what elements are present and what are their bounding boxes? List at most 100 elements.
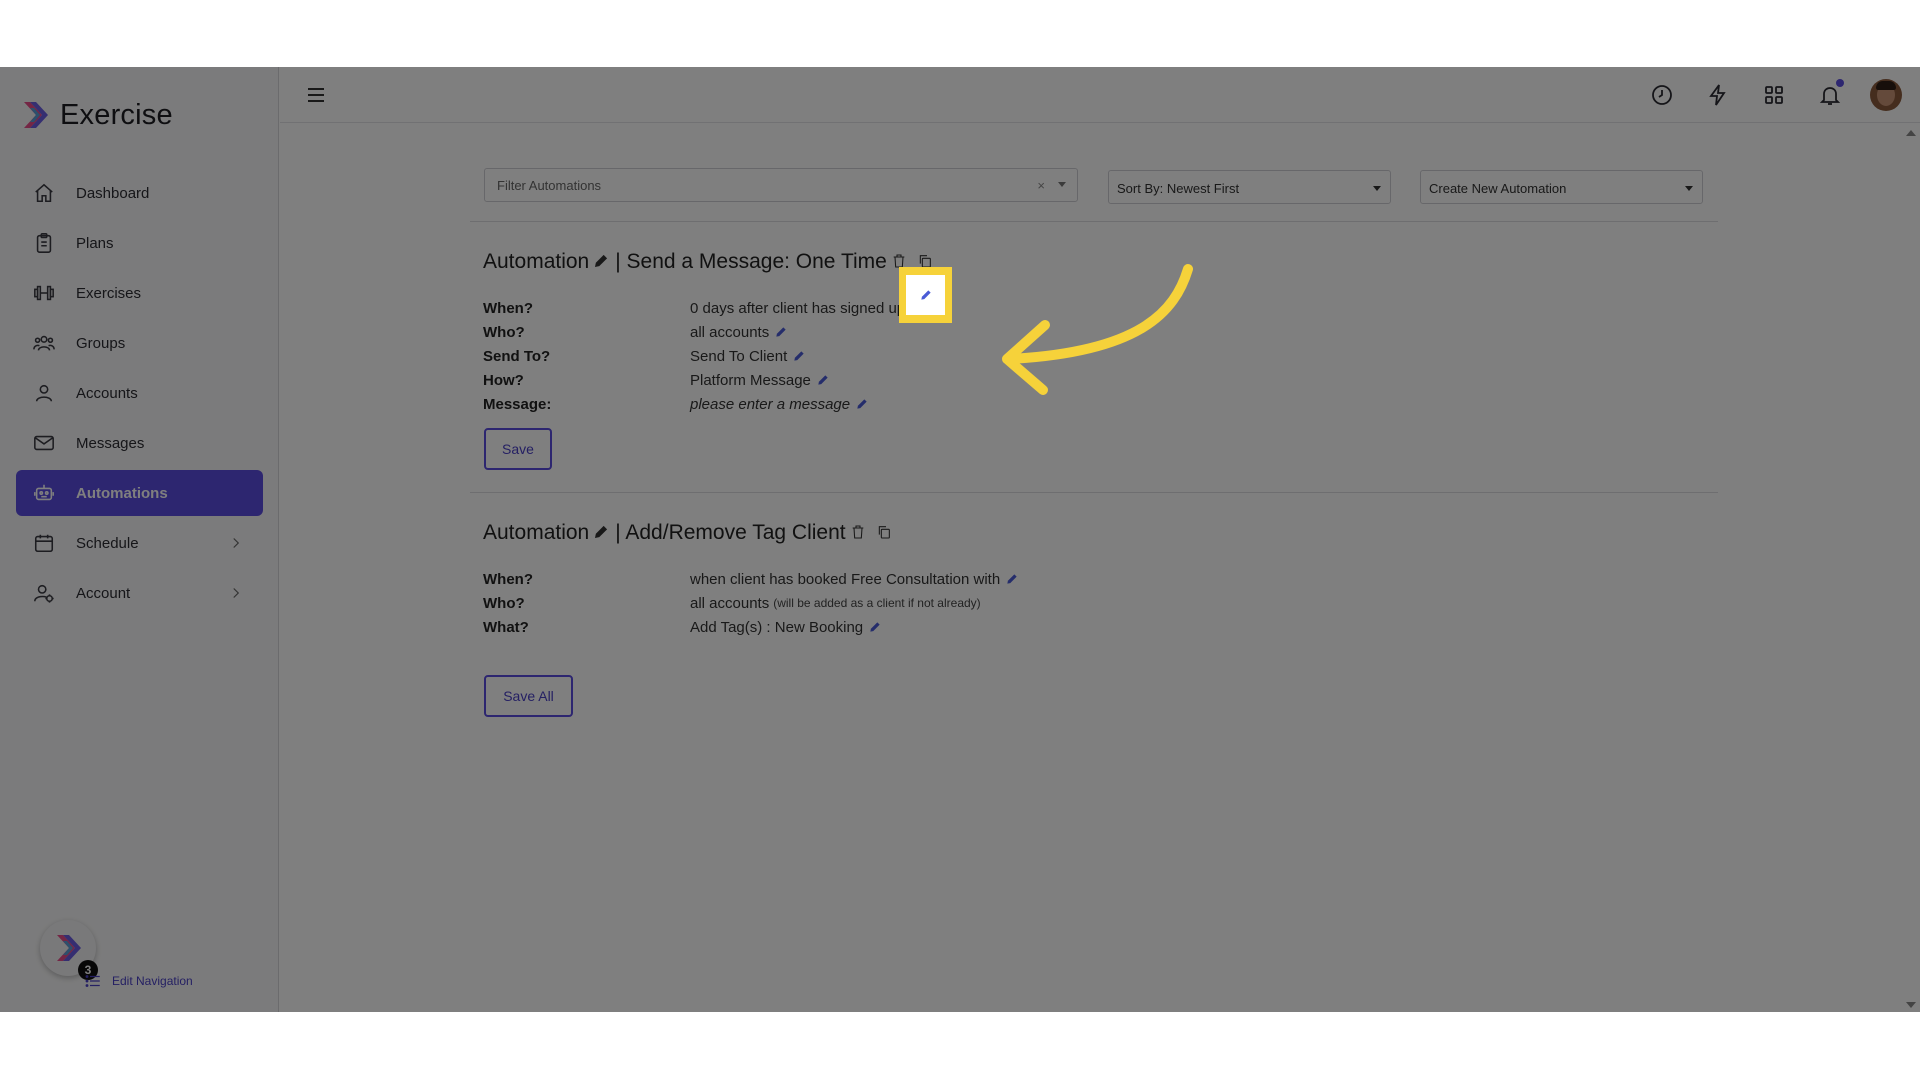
sidebar: Exercise Dashboard Plans Exercises Group… xyxy=(0,67,279,1012)
pencil-icon[interactable] xyxy=(593,253,611,271)
save-all-button[interactable]: Save All xyxy=(484,675,573,717)
main-content: Filter Automations × Sort By: Newest Fir… xyxy=(280,124,1920,1012)
row-value: 0 days after client has signed up xyxy=(690,300,905,317)
row-value-text: Platform Message xyxy=(690,371,811,389)
row-label: How? xyxy=(483,371,524,389)
app-window: Exercise Dashboard Plans Exercises Group… xyxy=(0,67,1920,1012)
row-value: when client has booked Free Consultation… xyxy=(690,571,1019,588)
pencil-icon[interactable] xyxy=(593,524,611,542)
highlighted-edit-target[interactable] xyxy=(899,267,952,323)
sidebar-item-accounts[interactable]: Accounts xyxy=(16,370,263,416)
row-label: Send To? xyxy=(483,347,551,365)
sort-select[interactable]: Sort By: Newest First xyxy=(1108,170,1391,204)
sidebar-item-schedule[interactable]: Schedule xyxy=(16,520,263,566)
automation-prefix: Automation xyxy=(483,250,590,273)
automation-row: When? when client has booked Free Consul… xyxy=(483,568,1019,590)
sidebar-item-plans[interactable]: Plans xyxy=(16,220,263,266)
filter-automations-input[interactable]: Filter Automations × xyxy=(484,168,1078,202)
sidebar-item-messages[interactable]: Messages xyxy=(16,420,263,466)
row-label: Message: xyxy=(483,395,552,413)
row-value: all accounts xyxy=(690,324,788,341)
list-icon xyxy=(85,975,100,987)
save-button[interactable]: Save xyxy=(484,428,552,470)
dumbbell-icon xyxy=(32,281,56,305)
row-value: Add Tag(s) : New Booking xyxy=(690,619,882,636)
row-value-text: Add Tag(s) : New Booking xyxy=(690,618,864,636)
app-launcher-badge[interactable]: 3 xyxy=(40,920,98,980)
row-value-text: Send To Client xyxy=(690,347,788,365)
sidebar-item-label: Automations xyxy=(76,484,168,502)
row-value: Platform Message xyxy=(690,372,830,389)
users-icon xyxy=(32,331,56,355)
edit-pencil-icon[interactable] xyxy=(1005,572,1019,586)
dropdown-caret-icon[interactable] xyxy=(1058,182,1066,187)
scroll-up-arrow[interactable] xyxy=(1906,130,1916,136)
row-value-text: all accounts xyxy=(690,323,770,341)
edit-pencil-icon[interactable] xyxy=(919,288,933,302)
dropdown-caret-icon xyxy=(1685,186,1693,191)
highlighted-pencil[interactable] xyxy=(906,275,945,315)
calendar-icon xyxy=(32,531,56,555)
create-automation-select[interactable]: Create New Automation xyxy=(1420,170,1703,204)
sidebar-item-account[interactable]: Account xyxy=(16,570,263,616)
automation-row: Message: please enter a message xyxy=(483,393,869,415)
sidebar-item-label: Messages xyxy=(76,434,145,452)
sidebar-item-groups[interactable]: Groups xyxy=(16,320,263,366)
edit-pencil-icon[interactable] xyxy=(816,373,830,387)
automation-row: Send To? Send To Client xyxy=(483,345,806,367)
edit-pencil-icon[interactable] xyxy=(774,325,788,339)
row-value-text: when client has booked Free Consultation… xyxy=(690,570,1001,588)
hamburger-menu-icon[interactable] xyxy=(304,83,328,107)
automation-prefix: Automation xyxy=(483,521,590,544)
scroll-down-arrow[interactable] xyxy=(1906,1002,1916,1008)
row-label: When? xyxy=(483,570,533,588)
brand[interactable]: Exercise xyxy=(20,97,173,133)
row-label: Who? xyxy=(483,594,525,612)
sidebar-item-label: Schedule xyxy=(76,534,139,552)
clock-icon[interactable] xyxy=(1646,79,1678,111)
automation-row: When? 0 days after client has signed up xyxy=(483,297,905,319)
top-bar-actions xyxy=(1622,79,1902,111)
sidebar-nav: Dashboard Plans Exercises Groups Account… xyxy=(16,170,263,620)
chevron-right-icon[interactable] xyxy=(227,534,245,552)
clipboard-icon xyxy=(32,231,56,255)
sidebar-item-label: Plans xyxy=(76,234,114,252)
chevron-right-icon[interactable] xyxy=(227,584,245,602)
automation-row: What? Add Tag(s) : New Booking xyxy=(483,616,882,638)
notification-dot xyxy=(1836,79,1844,87)
row-label: When? xyxy=(483,299,533,317)
create-select-value: Create New Automation xyxy=(1429,181,1567,196)
automation-row: How? Platform Message xyxy=(483,369,830,391)
copy-icon[interactable] xyxy=(876,524,894,542)
row-note: (will be added as a client if not alread… xyxy=(773,596,981,610)
row-value: please enter a message xyxy=(690,396,869,413)
sidebar-item-label: Groups xyxy=(76,334,126,352)
bell-icon[interactable] xyxy=(1814,79,1846,111)
user-gear-icon xyxy=(32,581,56,605)
user-icon xyxy=(32,381,56,405)
edit-pencil-icon[interactable] xyxy=(868,620,882,634)
sidebar-item-automations[interactable]: Automations xyxy=(16,470,263,516)
sidebar-item-label: Dashboard xyxy=(76,184,150,202)
automation-title: Automation | Send a Message: One Time xyxy=(483,250,939,274)
top-bar xyxy=(280,67,1920,123)
automation-row: Who? all accounts xyxy=(483,321,788,343)
clear-filter-icon[interactable]: × xyxy=(1037,178,1045,193)
edit-navigation-label: Edit Navigation xyxy=(112,974,193,988)
row-value-text: 0 days after client has signed up xyxy=(690,299,906,317)
user-avatar[interactable] xyxy=(1870,79,1902,111)
edit-navigation-link[interactable]: Edit Navigation xyxy=(84,972,193,990)
trash-icon[interactable] xyxy=(850,524,868,542)
edit-pencil-icon[interactable] xyxy=(855,397,869,411)
sidebar-item-exercises[interactable]: Exercises xyxy=(16,270,263,316)
brand-logo-icon xyxy=(57,935,81,961)
automation-name: | Send a Message: One Time xyxy=(615,250,887,273)
sidebar-item-dashboard[interactable]: Dashboard xyxy=(16,170,263,216)
apps-grid-icon[interactable] xyxy=(1758,79,1790,111)
dropdown-caret-icon xyxy=(1373,186,1381,191)
row-value-text: please enter a message xyxy=(690,395,851,413)
automation-title: Automation | Add/Remove Tag Client xyxy=(483,521,898,545)
edit-pencil-icon[interactable] xyxy=(792,349,806,363)
row-value: all accounts (will be added as a client i… xyxy=(690,595,981,612)
lightning-icon[interactable] xyxy=(1702,79,1734,111)
